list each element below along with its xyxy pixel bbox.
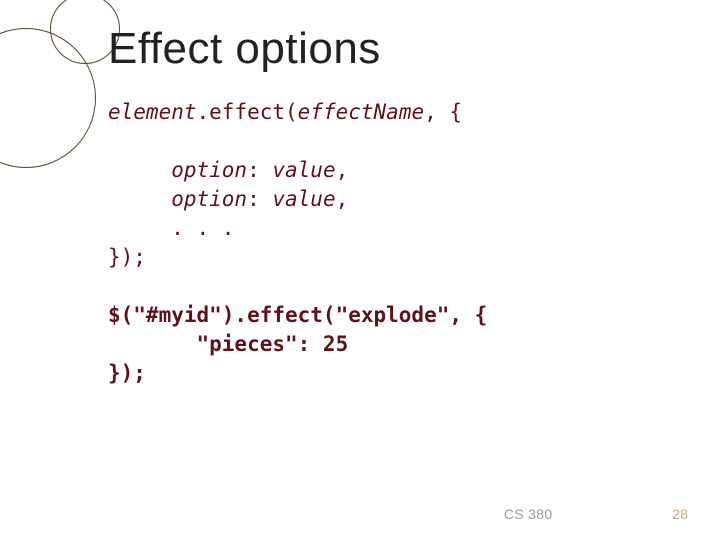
- code-opt2-value: value: [272, 187, 335, 211]
- code-ellipsis-text: . . .: [171, 216, 234, 240]
- code-opt1-value: value: [272, 158, 335, 182]
- code-opt2-option: option: [171, 187, 247, 211]
- code-example-close: });: [108, 361, 146, 385]
- decorative-arc-large: [0, 28, 96, 168]
- footer-page-number: 28: [672, 506, 688, 522]
- code-token-effectname: effectName: [298, 100, 424, 124]
- code-opt1-option: option: [171, 158, 247, 182]
- slide-title: Effect options: [108, 24, 680, 74]
- code-token-comma-brace: , {: [424, 100, 462, 124]
- code-token-element: element: [108, 100, 197, 124]
- code-token-dot-effect: .effect(: [197, 100, 298, 124]
- code-opt2-indent: [108, 187, 171, 211]
- code-ellipsis-indent: [108, 216, 171, 240]
- code-example-inner: "pieces": 25: [108, 332, 348, 356]
- code-opt1-indent: [108, 158, 171, 182]
- decorative-swoosh: [0, 0, 82, 540]
- code-example-call: $("#myid").effect("explode", {: [108, 303, 487, 327]
- slide-footer: CS 380 28: [0, 506, 720, 522]
- code-opt2-colon: :: [247, 187, 272, 211]
- code-opt1-comma: ,: [336, 158, 349, 182]
- code-block-syntax: element.effect(effectName, { option: val…: [108, 98, 680, 388]
- slide-content: Effect options element.effect(effectName…: [108, 24, 680, 510]
- code-opt2-comma: ,: [336, 187, 349, 211]
- footer-course-label: CS 380: [504, 506, 553, 522]
- code-close-1: });: [108, 245, 146, 269]
- code-opt1-colon: :: [247, 158, 272, 182]
